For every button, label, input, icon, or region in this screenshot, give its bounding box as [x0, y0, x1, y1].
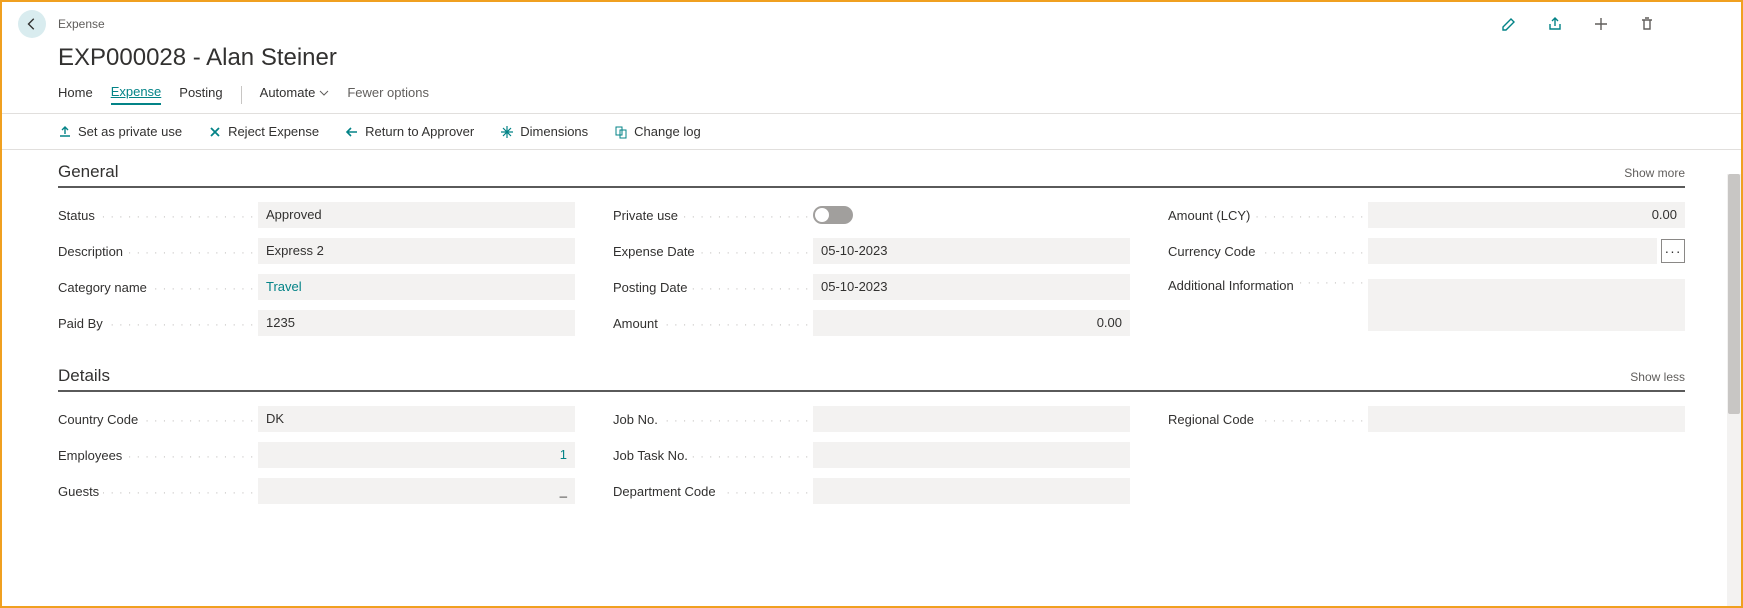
arrow-left-icon [25, 17, 39, 31]
return-icon [345, 125, 359, 139]
action-reject-label: Reject Expense [228, 124, 319, 139]
field-status[interactable]: Approved [258, 202, 575, 228]
label-privateuse: Private use [613, 208, 682, 223]
upload-icon [58, 125, 72, 139]
field-paidby[interactable]: 1235 [258, 310, 575, 336]
label-addinfo: Additional Information [1168, 278, 1298, 293]
back-button[interactable] [18, 10, 46, 38]
page-title: EXP000028 - Alan Steiner [2, 38, 1741, 84]
show-less-details[interactable]: Show less [1630, 370, 1685, 384]
label-category: Category name [58, 280, 151, 295]
fewer-options-button[interactable]: Fewer options [347, 85, 429, 104]
label-amount: Amount [613, 316, 662, 331]
field-jobtask[interactable] [813, 442, 1130, 468]
action-dimensions-label: Dimensions [520, 124, 588, 139]
currency-lookup-button[interactable]: ··· [1661, 239, 1685, 263]
tab-expense[interactable]: Expense [111, 84, 162, 105]
toggle-thumb [815, 208, 829, 222]
plus-icon [1593, 16, 1609, 32]
label-country: Country Code [58, 412, 142, 427]
field-category[interactable]: Travel [258, 274, 575, 300]
share-icon [1547, 16, 1563, 32]
section-title-general: General [58, 162, 118, 182]
scrollbar-track[interactable] [1727, 174, 1741, 606]
label-regional: Regional Code [1168, 412, 1258, 427]
field-expensedate[interactable]: 05-10-2023 [813, 238, 1130, 264]
action-dimensions[interactable]: Dimensions [500, 124, 588, 139]
trash-icon [1639, 16, 1655, 32]
changelog-icon [614, 125, 628, 139]
pencil-icon [1501, 16, 1517, 32]
field-deptcode[interactable] [813, 478, 1130, 504]
field-employees[interactable]: 1 [258, 442, 575, 468]
scrollbar-thumb[interactable] [1728, 174, 1740, 414]
field-guests[interactable]: _ [258, 478, 575, 504]
tab-home[interactable]: Home [58, 85, 93, 104]
new-button[interactable] [1593, 16, 1609, 32]
label-status: Status [58, 208, 99, 223]
label-deptcode: Department Code [613, 484, 720, 499]
label-jobno: Job No. [613, 412, 662, 427]
label-jobtask: Job Task No. [613, 448, 692, 463]
field-jobno[interactable] [813, 406, 1130, 432]
tab-posting[interactable]: Posting [179, 85, 222, 104]
action-set-private[interactable]: Set as private use [58, 124, 182, 139]
field-amount[interactable]: 0.00 [813, 310, 1130, 336]
x-icon [208, 125, 222, 139]
field-description[interactable]: Express 2 [258, 238, 575, 264]
action-reject[interactable]: Reject Expense [208, 124, 319, 139]
label-guests: Guests [58, 484, 103, 499]
action-return-label: Return to Approver [365, 124, 474, 139]
label-amountlcy: Amount (LCY) [1168, 208, 1254, 223]
field-regional[interactable] [1368, 406, 1685, 432]
field-addinfo[interactable] [1368, 279, 1685, 331]
section-header-details: Details Show less [58, 366, 1685, 392]
dimensions-icon [500, 125, 514, 139]
edit-button[interactable] [1501, 16, 1517, 32]
field-country[interactable]: DK [258, 406, 575, 432]
label-description: Description [58, 244, 127, 259]
section-header-general: General Show more [58, 162, 1685, 188]
label-postingdate: Posting Date [613, 280, 691, 295]
label-expensedate: Expense Date [613, 244, 699, 259]
label-employees: Employees [58, 448, 126, 463]
action-changelog-label: Change log [634, 124, 701, 139]
label-paidby: Paid By [58, 316, 107, 331]
breadcrumb: Expense [58, 17, 105, 31]
chevron-down-icon [319, 88, 329, 98]
action-changelog[interactable]: Change log [614, 124, 701, 139]
delete-button[interactable] [1639, 16, 1655, 32]
field-currency[interactable] [1368, 238, 1657, 264]
action-set-private-label: Set as private use [78, 124, 182, 139]
field-postingdate[interactable]: 05-10-2023 [813, 274, 1130, 300]
section-title-details: Details [58, 366, 110, 386]
show-more-general[interactable]: Show more [1624, 166, 1685, 180]
action-return[interactable]: Return to Approver [345, 124, 474, 139]
toggle-private-use[interactable] [813, 206, 853, 224]
tab-automate[interactable]: Automate [260, 85, 330, 104]
label-currency: Currency Code [1168, 244, 1259, 259]
nav-separator [241, 86, 242, 104]
tab-automate-label: Automate [260, 85, 316, 100]
field-amountlcy[interactable]: 0.00 [1368, 202, 1685, 228]
share-button[interactable] [1547, 16, 1563, 32]
